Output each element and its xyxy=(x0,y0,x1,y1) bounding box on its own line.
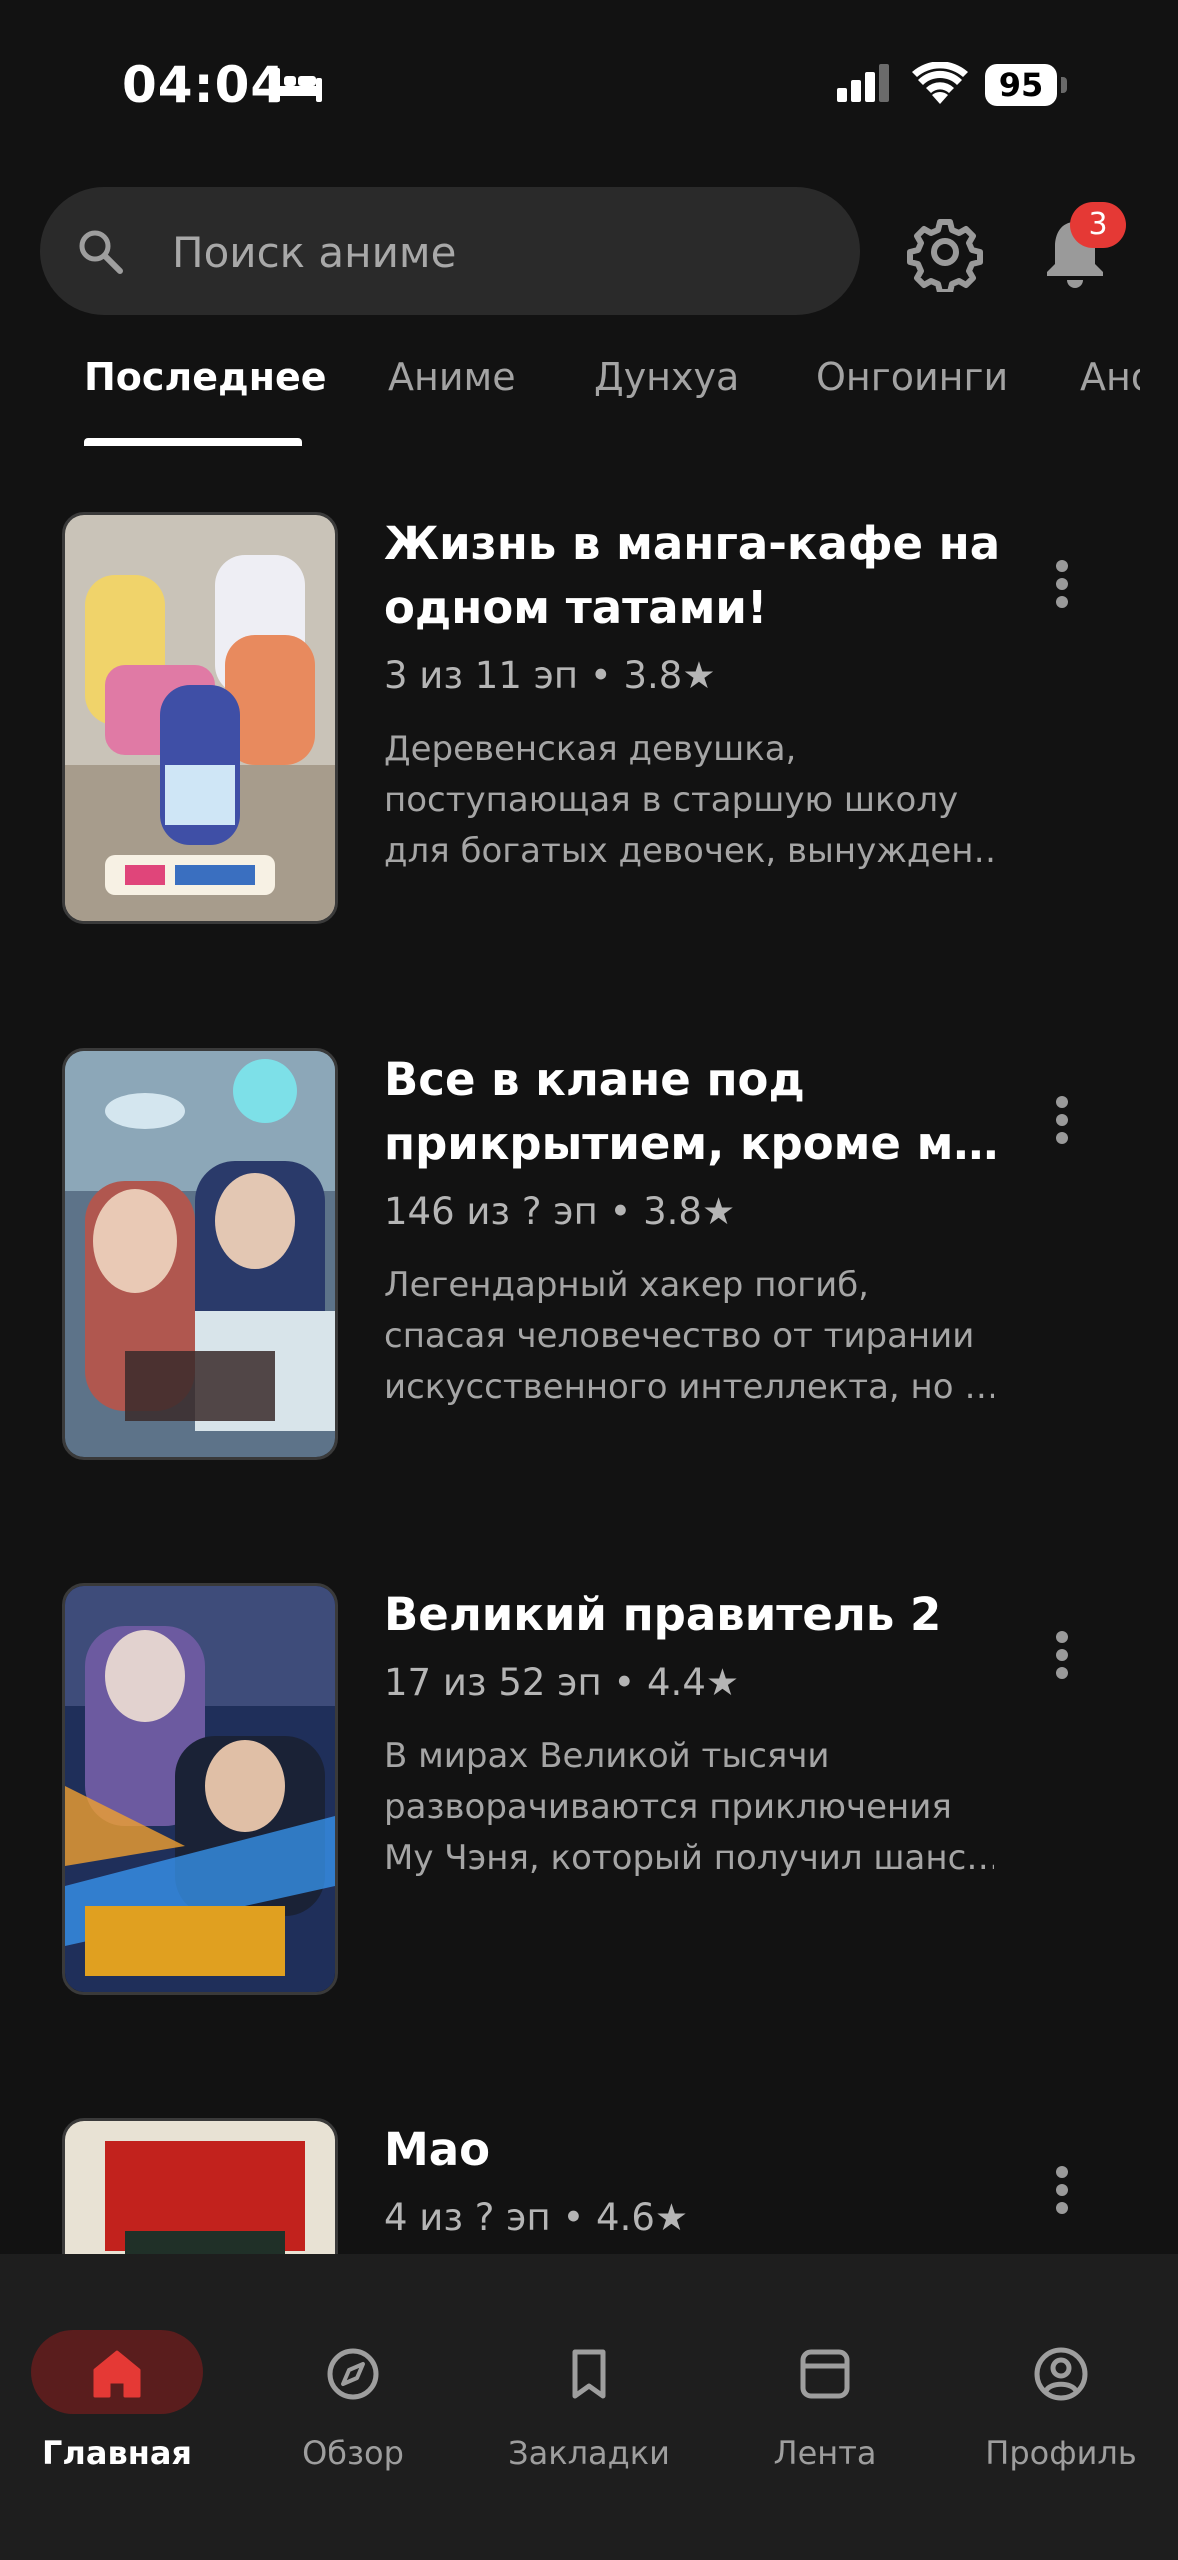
home-icon xyxy=(93,2350,141,2398)
status-bar: 04:04 95 xyxy=(0,0,1178,170)
feed-icon xyxy=(800,2349,850,2399)
description-line: Деревенская девушка, xyxy=(384,729,797,769)
bookmark-icon xyxy=(572,2349,606,2399)
anime-list-item[interactable]: Великий правитель 2 17 из 52 эп • 4.4★ В… xyxy=(0,1583,1178,2003)
description-line: спасая человечество от тирании xyxy=(384,1316,975,1356)
anime-poster-image[interactable] xyxy=(62,1583,338,1995)
nav-feed[interactable]: Лента xyxy=(725,2294,925,2472)
more-options-icon[interactable] xyxy=(1042,2138,1082,2228)
tab-ongoing[interactable]: Онгоинги xyxy=(816,355,1008,399)
tab-anime[interactable]: Аниме xyxy=(388,355,516,399)
wifi-icon xyxy=(912,62,968,104)
search-icon xyxy=(79,230,123,274)
nav-label: Главная xyxy=(42,2434,192,2472)
anime-title-line: Великий правитель 2 xyxy=(384,1588,942,1641)
battery-indicator: 95 xyxy=(985,64,1067,106)
description-line: для богатых девочек, вынужден… xyxy=(384,831,994,871)
anime-title[interactable]: Мао xyxy=(384,2118,1004,2182)
profile-icon xyxy=(1034,2347,1088,2401)
tab-donghua[interactable]: Дунхуа xyxy=(594,355,739,399)
anime-title-line: Все в клане под xyxy=(384,1053,805,1106)
nav-explore[interactable]: Обзор xyxy=(253,2294,453,2472)
active-tab-indicator xyxy=(84,438,302,446)
nav-home[interactable]: Главная xyxy=(17,2294,217,2472)
tab-announcements[interactable]: Ано xyxy=(1080,355,1140,399)
notification-count-badge: 3 xyxy=(1070,202,1126,248)
description-line: В мирах Великой тысячи xyxy=(384,1736,830,1776)
anime-title-line: Жизнь в манга-кафе на xyxy=(384,517,1001,570)
anime-description: В мирах Великой тысячи разворачиваются п… xyxy=(384,1731,994,1884)
compass-icon xyxy=(327,2348,379,2400)
anime-title-line: одном татами! xyxy=(384,581,768,634)
description-line: искусственного интеллекта, но … xyxy=(384,1367,994,1407)
nav-bookmarks[interactable]: Закладки xyxy=(489,2294,689,2472)
nav-label: Закладки xyxy=(508,2434,670,2472)
anime-poster-image[interactable] xyxy=(62,1048,338,1460)
more-options-icon[interactable] xyxy=(1042,1068,1082,1158)
anime-list-item[interactable]: Все в клане под прикрытием, кроме м… 146… xyxy=(0,1048,1178,1468)
category-tabs: Последнее Аниме Дунхуа Онгоинги Ано xyxy=(0,345,1140,445)
description-line: разворачиваются приключения xyxy=(384,1787,952,1827)
more-options-icon[interactable] xyxy=(1042,1603,1082,1693)
settings-gear-icon[interactable] xyxy=(905,212,985,292)
tab-latest[interactable]: Последнее xyxy=(84,355,327,399)
anime-title[interactable]: Жизнь в манга-кафе на одном татами! xyxy=(384,512,1004,640)
cellular-signal-icon xyxy=(837,64,889,102)
anime-description: Легендарный хакер погиб, спасая человече… xyxy=(384,1260,994,1413)
battery-tip xyxy=(1061,77,1067,93)
description-line: Му Чэня, который получил шанс… xyxy=(384,1838,994,1878)
anime-episodes-rating: 17 из 52 эп • 4.4★ xyxy=(384,1661,740,1704)
bottom-navigation: Главная Обзор Закладки Лента Профиль xyxy=(0,2254,1178,2560)
nav-label: Профиль xyxy=(985,2434,1137,2472)
anime-episodes-rating: 4 из ? эп • 4.6★ xyxy=(384,2196,689,2239)
anime-title[interactable]: Великий правитель 2 xyxy=(384,1583,1004,1647)
anime-episodes-rating: 146 из ? эп • 3.8★ xyxy=(384,1190,736,1233)
more-options-icon[interactable] xyxy=(1042,532,1082,622)
status-time: 04:04 xyxy=(122,56,287,114)
anime-title-line: прикрытием, кроме м… xyxy=(384,1117,999,1170)
search-input[interactable] xyxy=(170,187,824,317)
battery-level: 95 xyxy=(985,64,1057,106)
anime-poster-image[interactable] xyxy=(62,512,338,924)
search-bar[interactable] xyxy=(40,187,860,317)
nav-label: Обзор xyxy=(302,2434,404,2472)
anime-title[interactable]: Все в клане под прикрытием, кроме м… xyxy=(384,1048,1004,1176)
sleep-bed-icon xyxy=(274,68,322,102)
description-line: поступающая в старшую школу xyxy=(384,780,959,820)
nav-profile[interactable]: Профиль xyxy=(961,2294,1161,2472)
anime-description: Деревенская девушка, поступающая в старш… xyxy=(384,724,994,877)
anime-episodes-rating: 3 из 11 эп • 3.8★ xyxy=(384,654,716,697)
nav-label: Лента xyxy=(773,2434,877,2472)
anime-title-line: Мао xyxy=(384,2123,491,2176)
description-line: Легендарный хакер погиб, xyxy=(384,1265,869,1305)
anime-list-item[interactable]: Жизнь в манга-кафе на одном татами! 3 из… xyxy=(0,512,1178,932)
